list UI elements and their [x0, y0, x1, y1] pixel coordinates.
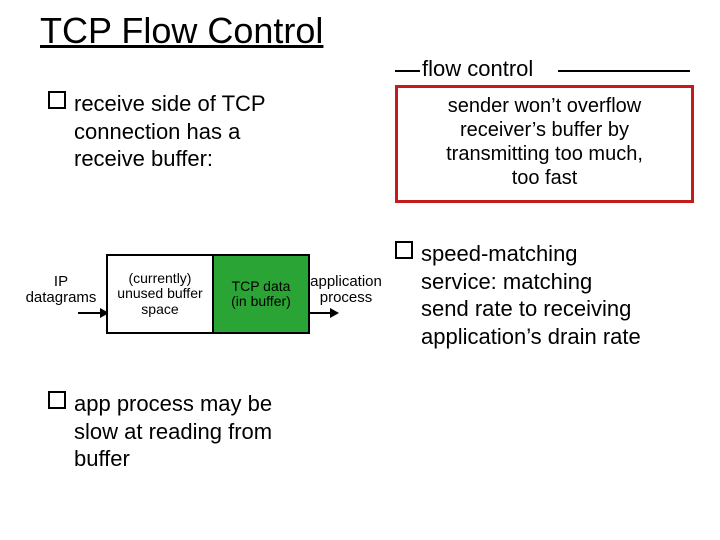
left-bullet-1-line1: receive side of TCP	[74, 91, 266, 116]
buffer-unused: (currently) unused buffer space	[108, 256, 212, 332]
left-bullet-1-line3: receive buffer:	[74, 146, 213, 171]
right-bullet: speed-matching service: matching send ra…	[395, 240, 695, 350]
tcp-line1: TCP data	[232, 278, 291, 294]
left-bullet-1-line2: connection has a	[74, 119, 240, 144]
right-bullet-line3: send rate to receiving	[421, 296, 631, 321]
unused-line1: (currently)	[128, 270, 191, 286]
left-bullet-2: app process may be slow at reading from …	[48, 390, 368, 473]
app-line1: application	[310, 273, 382, 290]
left-bullet-2-line2: slow at reading from	[74, 419, 272, 444]
flow-control-label: flow control	[420, 56, 535, 82]
flow-control-rule-left	[395, 70, 420, 72]
ip-line2: datagrams	[26, 289, 97, 306]
right-bullet-service: service:	[421, 269, 497, 294]
app-line2: process	[320, 289, 373, 306]
left-bullet-2-line3: buffer	[74, 446, 130, 471]
unused-line2: unused buffer	[117, 285, 202, 301]
tcp-line2: (in buffer)	[231, 293, 291, 309]
right-bullet-line4: application’s drain rate	[421, 324, 641, 349]
bullet-square-icon	[48, 91, 66, 109]
right-bullet-line2b: matching	[497, 269, 592, 294]
arrow-out-head-icon	[330, 308, 339, 318]
unused-line3: space	[141, 301, 178, 317]
right-bullet-line1: speed-matching	[421, 241, 578, 266]
application-process-label: application process	[306, 274, 386, 306]
arrow-in-line	[78, 312, 102, 314]
flow-control-box: sender won’t overflow receiver’s buffer …	[395, 85, 694, 203]
left-bullet-2-line1: app process may be	[74, 391, 272, 416]
flow-control-box-line2: receiver’s buffer by	[402, 118, 687, 142]
bullet-square-icon	[395, 241, 413, 259]
slide-title: TCP Flow Control	[40, 10, 323, 52]
flow-control-box-line4: too fast	[402, 166, 687, 190]
left-bullet-1: receive side of TCP connection has a rec…	[48, 90, 368, 173]
buffer-diagram: IP datagrams (currently) unused buffer s…	[20, 240, 380, 350]
arrow-out-line	[308, 312, 332, 314]
ip-line1: IP	[54, 273, 68, 290]
buffer-box: (currently) unused buffer space TCP data…	[106, 254, 310, 334]
bullet-square-icon	[48, 391, 66, 409]
flow-control-box-line3: transmitting too much,	[402, 142, 687, 166]
flow-control-box-line1: sender won’t overflow	[402, 94, 687, 118]
buffer-tcp-data: TCP data (in buffer)	[212, 256, 308, 332]
ip-datagrams-label: IP datagrams	[20, 274, 102, 306]
flow-control-rule-right	[558, 70, 690, 72]
